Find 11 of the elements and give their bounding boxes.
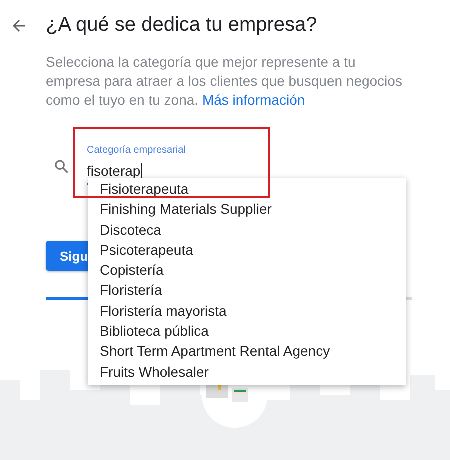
suggestion-item[interactable]: Finishing Materials Supplier xyxy=(88,199,406,220)
description-text: Selecciona la categoría que mejor represente a tu empresa para atraer a los clientes que busquen negocios como el tuyo en tu zona. Más información xyxy=(46,53,404,110)
suggestion-item[interactable]: Fruits Wholesaler xyxy=(88,362,406,382)
search-icon xyxy=(53,158,71,176)
suggestion-item[interactable]: Discoteca xyxy=(88,220,406,240)
page-title: ¿A qué se dedica tu empresa? xyxy=(46,14,318,37)
suggestion-item[interactable]: Biblioteca pública xyxy=(88,321,406,342)
suggestion-item[interactable]: Floristería mayorista xyxy=(88,300,406,322)
more-info-link[interactable]: Más información xyxy=(202,92,306,108)
suggestion-item[interactable]: Floristería xyxy=(88,280,406,301)
suggestion-item[interactable]: Short Term Apartment Rental Agency xyxy=(88,341,406,362)
